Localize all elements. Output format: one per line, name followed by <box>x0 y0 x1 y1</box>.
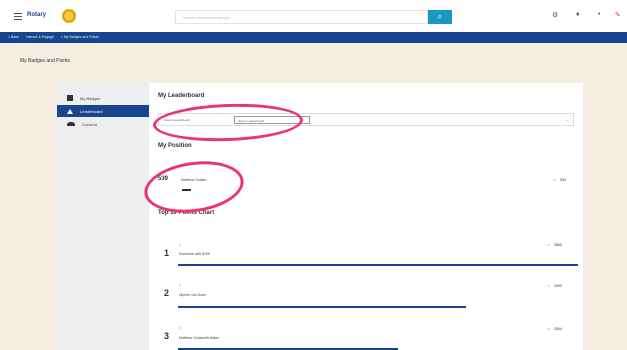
entry-rank: 1 <box>164 248 170 258</box>
entry-points-value: 3865 <box>554 243 562 247</box>
breadcrumb-current: > My Badges and Points <box>60 35 99 39</box>
entry-points: ★ 3304 <box>547 327 562 331</box>
sidebar-item-label: My Badges <box>80 95 101 101</box>
position-title: My Position <box>158 143 192 149</box>
more-icon[interactable]: • <box>598 11 600 18</box>
sidebar-item-label: Consent <box>82 121 97 127</box>
position-points: ★ 539 <box>553 178 566 182</box>
user-icon[interactable]: ♦ <box>576 11 580 18</box>
badge-icon: ★ <box>179 326 182 330</box>
top-bar: Rotary Search content and people ⌕ ⚙ ♦ •… <box>0 0 627 32</box>
cloud-icon <box>67 122 75 126</box>
progress-bar <box>178 264 578 266</box>
entry-points-value: 3490 <box>554 284 562 288</box>
rotary-logo-icon[interactable] <box>62 9 76 23</box>
search-button[interactable]: ⌕ <box>428 10 452 24</box>
breadcrumb-back[interactable]: < Back <box>8 35 19 39</box>
settings-icon[interactable]: ⚙ <box>552 11 558 19</box>
notification-icon[interactable]: ✎ <box>615 11 621 19</box>
sidebar-item-consent[interactable]: Consent <box>57 118 149 130</box>
entry-rank: 3 <box>164 331 170 341</box>
brand-name[interactable]: Rotary <box>27 12 46 18</box>
entry-points-value: 3304 <box>554 327 562 331</box>
entry-rank: 2 <box>164 288 170 298</box>
sidebar: My Badges Leaderboard Consent <box>57 83 149 350</box>
entry-points: ★ 3865 <box>547 243 562 247</box>
breadcrumb: < Back Interact & Engage > My Badges and… <box>0 32 627 43</box>
entry-name: Someone with $10K <box>179 252 211 256</box>
star-icon: ★ <box>553 178 557 182</box>
search-icon: ⌕ <box>437 12 443 21</box>
search-input[interactable]: Search content and people <box>175 10 428 24</box>
star-icon: ★ <box>547 243 551 247</box>
sidebar-item-my-badges[interactable]: My Badges <box>57 92 149 104</box>
badge-icon: ★ <box>179 243 182 247</box>
page-title: My Badges and Points <box>20 58 71 64</box>
star-icon: ★ <box>547 327 551 331</box>
badge-icon <box>67 95 73 101</box>
entry-name: Matthew Goldsmith-Baker <box>179 336 220 340</box>
leaderboard-title: My Leaderboard <box>158 93 205 99</box>
star-icon: ★ <box>547 284 551 288</box>
progress-bar <box>178 306 466 308</box>
chevron-down-icon[interactable]: ⌄ <box>566 117 569 122</box>
sidebar-item-label: Leaderboard <box>80 108 103 114</box>
position-points-value: 539 <box>560 178 566 182</box>
breadcrumb-interact[interactable]: Interact & Engage <box>26 35 54 39</box>
main-card: My Badges Leaderboard Consent My Leaderb… <box>57 83 583 350</box>
progress-track <box>178 306 578 308</box>
badge-icon: ★ <box>179 283 182 287</box>
leaderboard-icon <box>67 108 73 114</box>
sidebar-item-leaderboard[interactable]: Leaderboard <box>57 105 149 117</box>
progress-track <box>178 264 578 266</box>
menu-icon[interactable] <box>14 13 22 20</box>
entry-points: ★ 3490 <box>547 284 562 288</box>
entry-name: Ulphen van Dolm <box>179 293 206 297</box>
